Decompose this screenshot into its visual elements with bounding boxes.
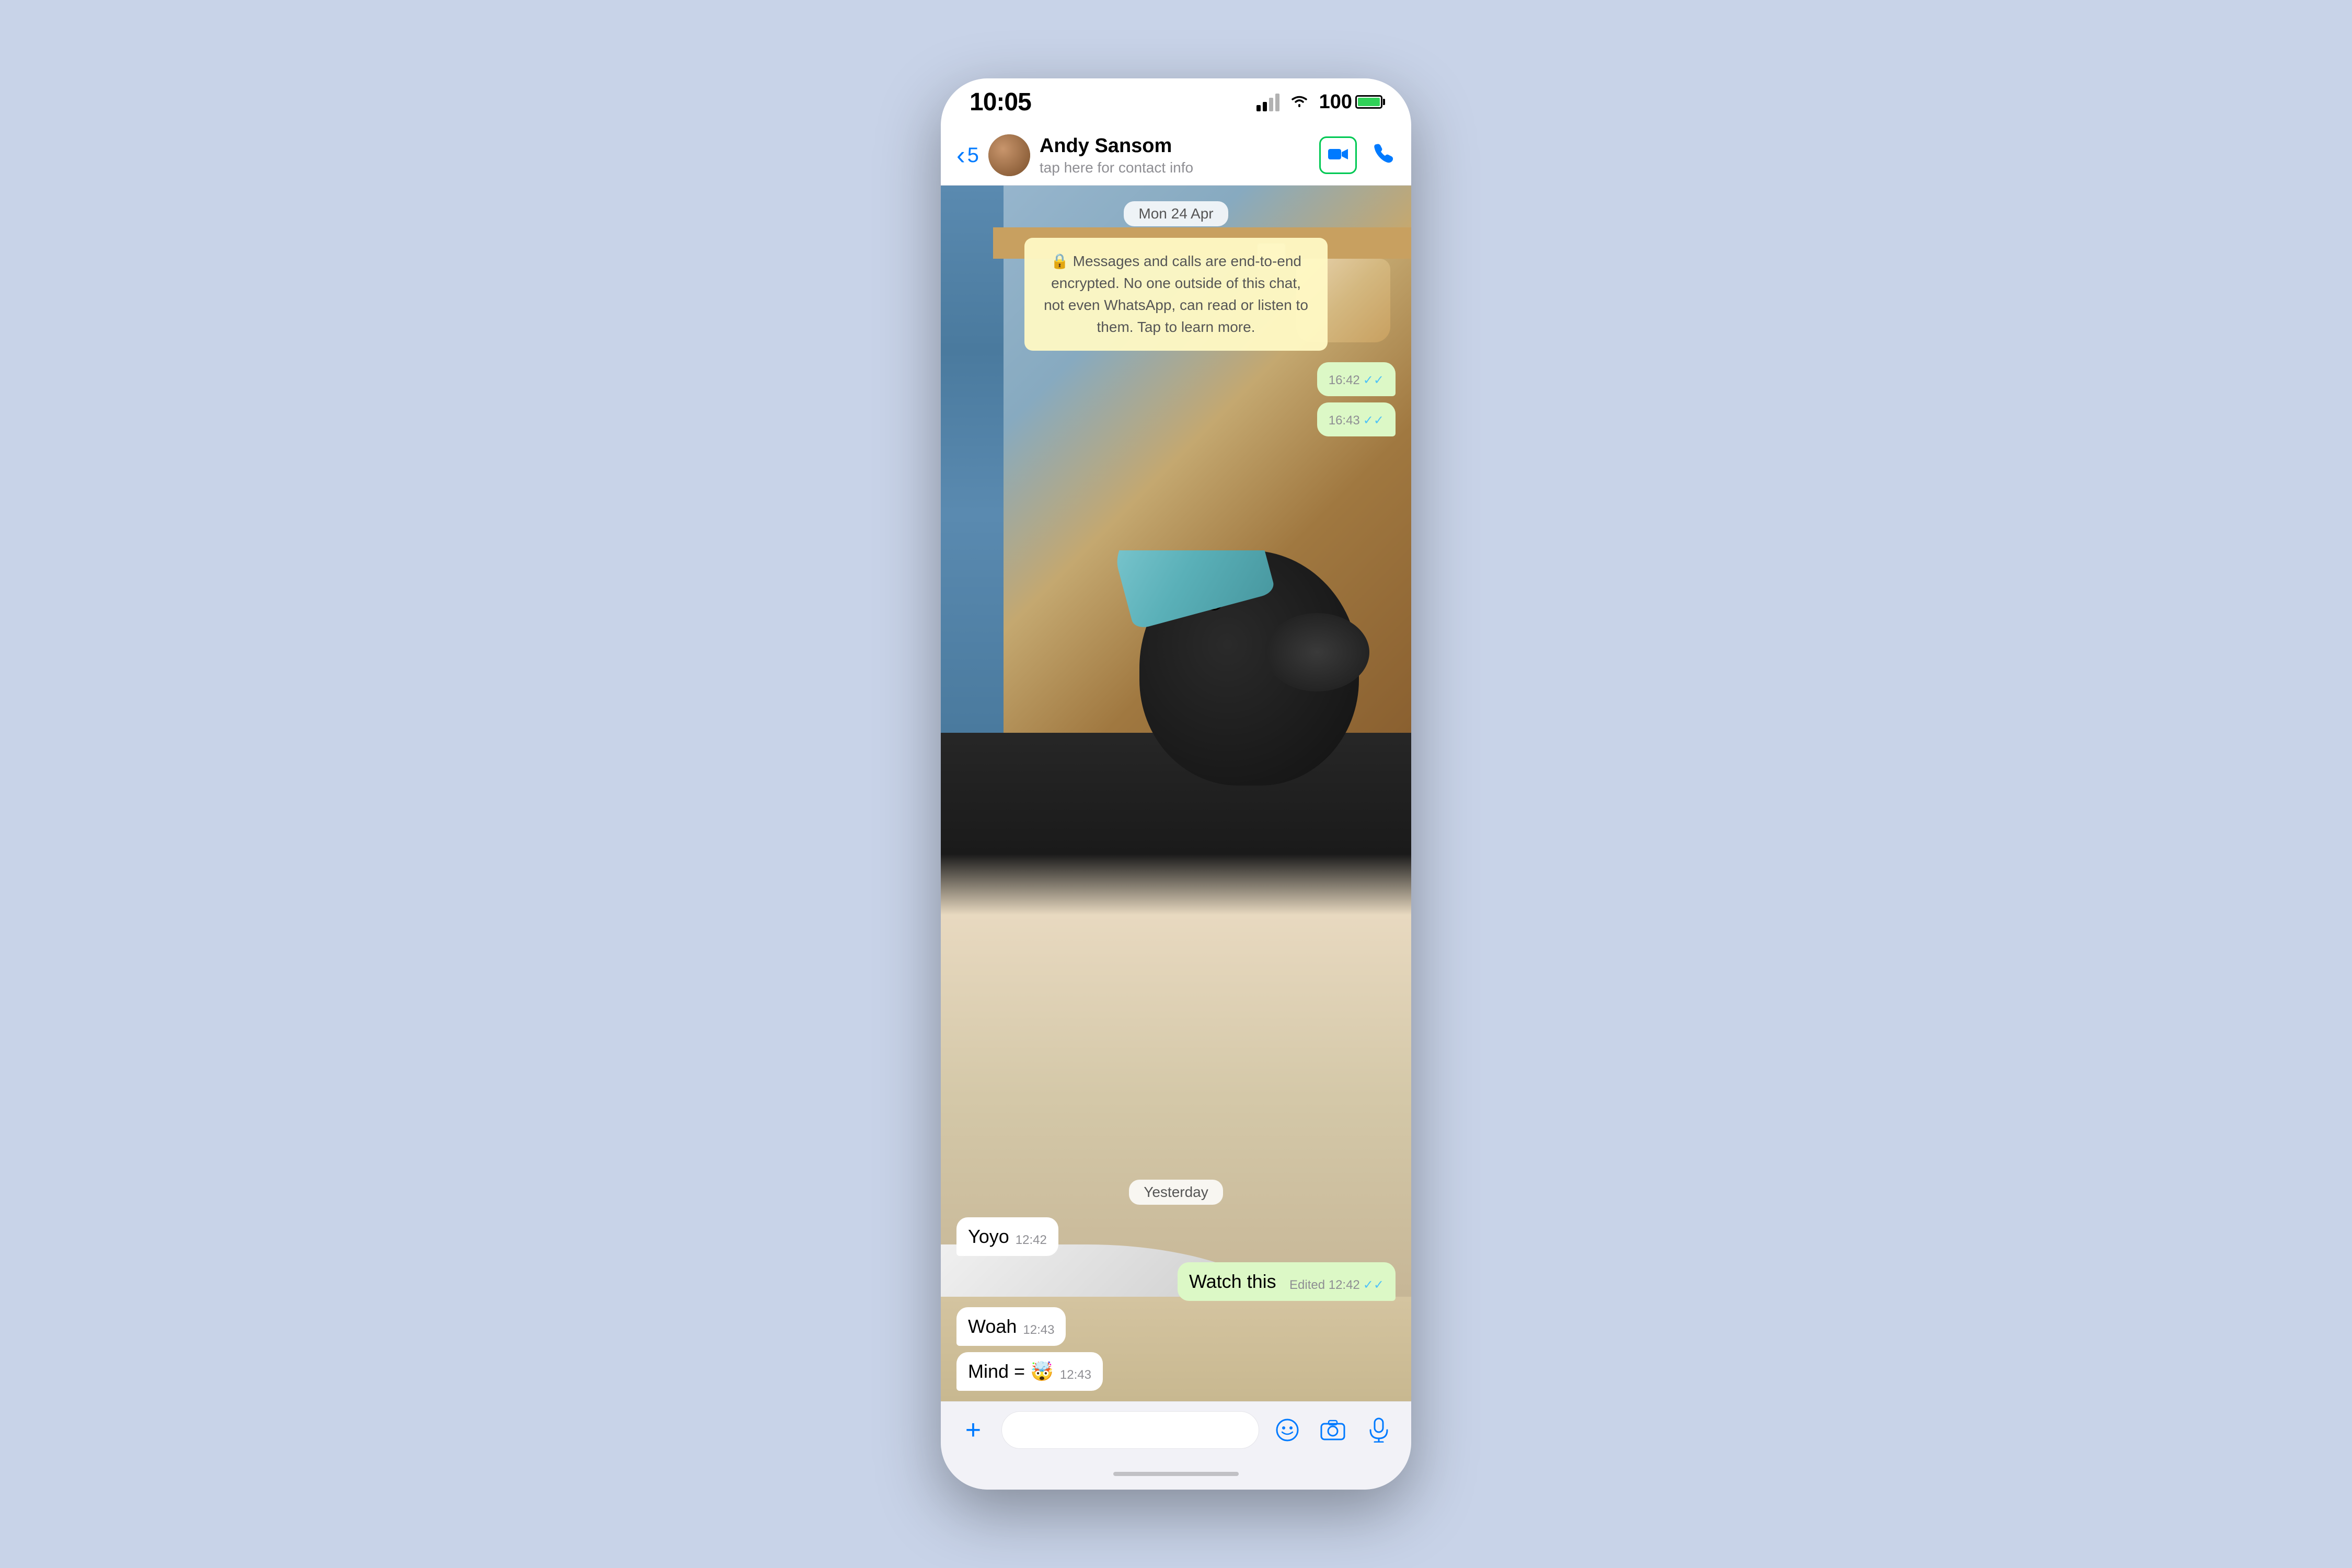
bubble-out2[interactable]: 16:43 ✓✓ bbox=[1317, 402, 1396, 436]
bubble-out1[interactable]: 16:42 ✓✓ bbox=[1317, 362, 1396, 396]
battery-text: 100 bbox=[1319, 91, 1352, 113]
bar2 bbox=[1263, 102, 1267, 111]
contact-info[interactable]: Andy Sansom tap here for contact info bbox=[1040, 134, 1310, 176]
video-camera-icon bbox=[1328, 144, 1348, 167]
battery-icon bbox=[1355, 95, 1382, 109]
date-badge: Mon 24 Apr bbox=[1124, 201, 1228, 226]
camera-button[interactable] bbox=[1316, 1411, 1351, 1449]
camera-icon bbox=[1320, 1420, 1345, 1440]
chat-area: Mon 24 Apr 🔒 Messages and calls are end-… bbox=[941, 186, 1411, 1401]
battery-container: 100 bbox=[1319, 91, 1382, 113]
bubble-watchthis[interactable]: Watch this Edited 12:42 ✓✓ bbox=[1178, 1262, 1396, 1301]
header-actions bbox=[1319, 136, 1396, 174]
encryption-notice[interactable]: 🔒 Messages and calls are end-to-end encr… bbox=[1024, 238, 1328, 351]
checkmarks-out2: ✓✓ bbox=[1363, 413, 1384, 428]
bubble-meta-out2: 16:43 ✓✓ bbox=[1329, 413, 1384, 428]
bubble-time-mind: 12:43 bbox=[1060, 1368, 1091, 1382]
input-row: + bbox=[955, 1411, 1397, 1449]
checkmarks-out1: ✓✓ bbox=[1363, 373, 1384, 388]
bubble-content-mind: Mind = 🤯 12:43 bbox=[968, 1361, 1091, 1382]
sticker-button[interactable] bbox=[1270, 1411, 1305, 1449]
message-row-watchthis: Watch this Edited 12:42 ✓✓ bbox=[956, 1262, 1396, 1301]
message-row-mind: Mind = 🤯 12:43 bbox=[956, 1352, 1396, 1391]
messages-container: Mon 24 Apr 🔒 Messages and calls are end-… bbox=[941, 186, 1411, 1401]
bubble-text-woah: Woah bbox=[968, 1316, 1017, 1338]
video-call-button[interactable] bbox=[1319, 136, 1357, 174]
back-chevron-icon: ‹ bbox=[956, 142, 965, 168]
back-button[interactable]: ‹ 5 bbox=[956, 142, 979, 168]
input-bar: + bbox=[941, 1401, 1411, 1458]
status-time: 10:05 bbox=[970, 88, 1031, 117]
wifi-icon bbox=[1289, 91, 1310, 113]
bubble-text-yoyo: Yoyo bbox=[968, 1226, 1009, 1248]
message-row-out1: 16:42 ✓✓ bbox=[956, 362, 1396, 396]
message-row-woah: Woah 12:43 bbox=[956, 1307, 1396, 1346]
mic-button[interactable] bbox=[1361, 1411, 1397, 1449]
bubble-text-mind: Mind = 🤯 bbox=[968, 1361, 1054, 1382]
phone-call-button[interactable] bbox=[1373, 141, 1396, 170]
sticker-icon bbox=[1275, 1417, 1300, 1443]
signal-bars-icon bbox=[1256, 93, 1279, 111]
bubble-content-watchthis: Watch this Edited 12:42 ✓✓ bbox=[1189, 1271, 1384, 1293]
message-row-out2: 16:43 ✓✓ bbox=[956, 402, 1396, 436]
status-bar: 10:05 100 bbox=[941, 78, 1411, 125]
bubble-content-yoyo: Yoyo 12:42 bbox=[968, 1226, 1047, 1248]
message-input[interactable] bbox=[1014, 1420, 1246, 1440]
chat-header: ‹ 5 Andy Sansom tap here for contact inf… bbox=[941, 125, 1411, 186]
bubble-time-woah: 12:43 bbox=[1023, 1323, 1054, 1338]
avatar bbox=[988, 134, 1030, 176]
yesterday-badge: Yesterday bbox=[1129, 1180, 1223, 1205]
home-indicator bbox=[941, 1458, 1411, 1490]
bubble-time-out1: 16:42 bbox=[1329, 373, 1360, 388]
home-bar bbox=[1113, 1472, 1239, 1476]
bubble-yoyo[interactable]: Yoyo 12:42 bbox=[956, 1217, 1058, 1256]
bubble-time-out2: 16:43 bbox=[1329, 413, 1360, 428]
phone-frame: 10:05 100 bbox=[941, 78, 1411, 1490]
bubble-time-watchthis bbox=[1283, 1278, 1289, 1293]
microphone-icon bbox=[1368, 1417, 1389, 1443]
bar3 bbox=[1269, 98, 1273, 111]
avatar-image bbox=[988, 134, 1030, 176]
back-count: 5 bbox=[967, 144, 979, 167]
spacer bbox=[956, 443, 1396, 1167]
contact-name: Andy Sansom bbox=[1040, 134, 1310, 158]
text-input-wrap bbox=[1001, 1411, 1259, 1449]
bubble-time-yoyo: 12:42 bbox=[1016, 1233, 1047, 1248]
plus-button[interactable]: + bbox=[955, 1411, 991, 1449]
message-row-yoyo: Yoyo 12:42 bbox=[956, 1217, 1396, 1256]
bubble-woah[interactable]: Woah 12:43 bbox=[956, 1307, 1066, 1346]
bar1 bbox=[1256, 105, 1261, 111]
battery-fill bbox=[1358, 98, 1380, 106]
bubble-content-woah: Woah 12:43 bbox=[968, 1316, 1054, 1338]
bar4 bbox=[1275, 94, 1279, 111]
bubble-mind[interactable]: Mind = 🤯 12:43 bbox=[956, 1352, 1103, 1391]
contact-subtitle: tap here for contact info bbox=[1040, 159, 1310, 176]
bubble-meta-out1: 16:42 ✓✓ bbox=[1329, 373, 1384, 388]
checkmarks-watchthis: ✓✓ bbox=[1363, 1277, 1384, 1293]
status-icons: 100 bbox=[1256, 91, 1382, 113]
plus-icon: + bbox=[965, 1416, 981, 1444]
bubble-edited-watchthis: Edited 12:42 bbox=[1289, 1278, 1360, 1293]
bubble-text-watchthis: Watch this bbox=[1189, 1271, 1276, 1293]
